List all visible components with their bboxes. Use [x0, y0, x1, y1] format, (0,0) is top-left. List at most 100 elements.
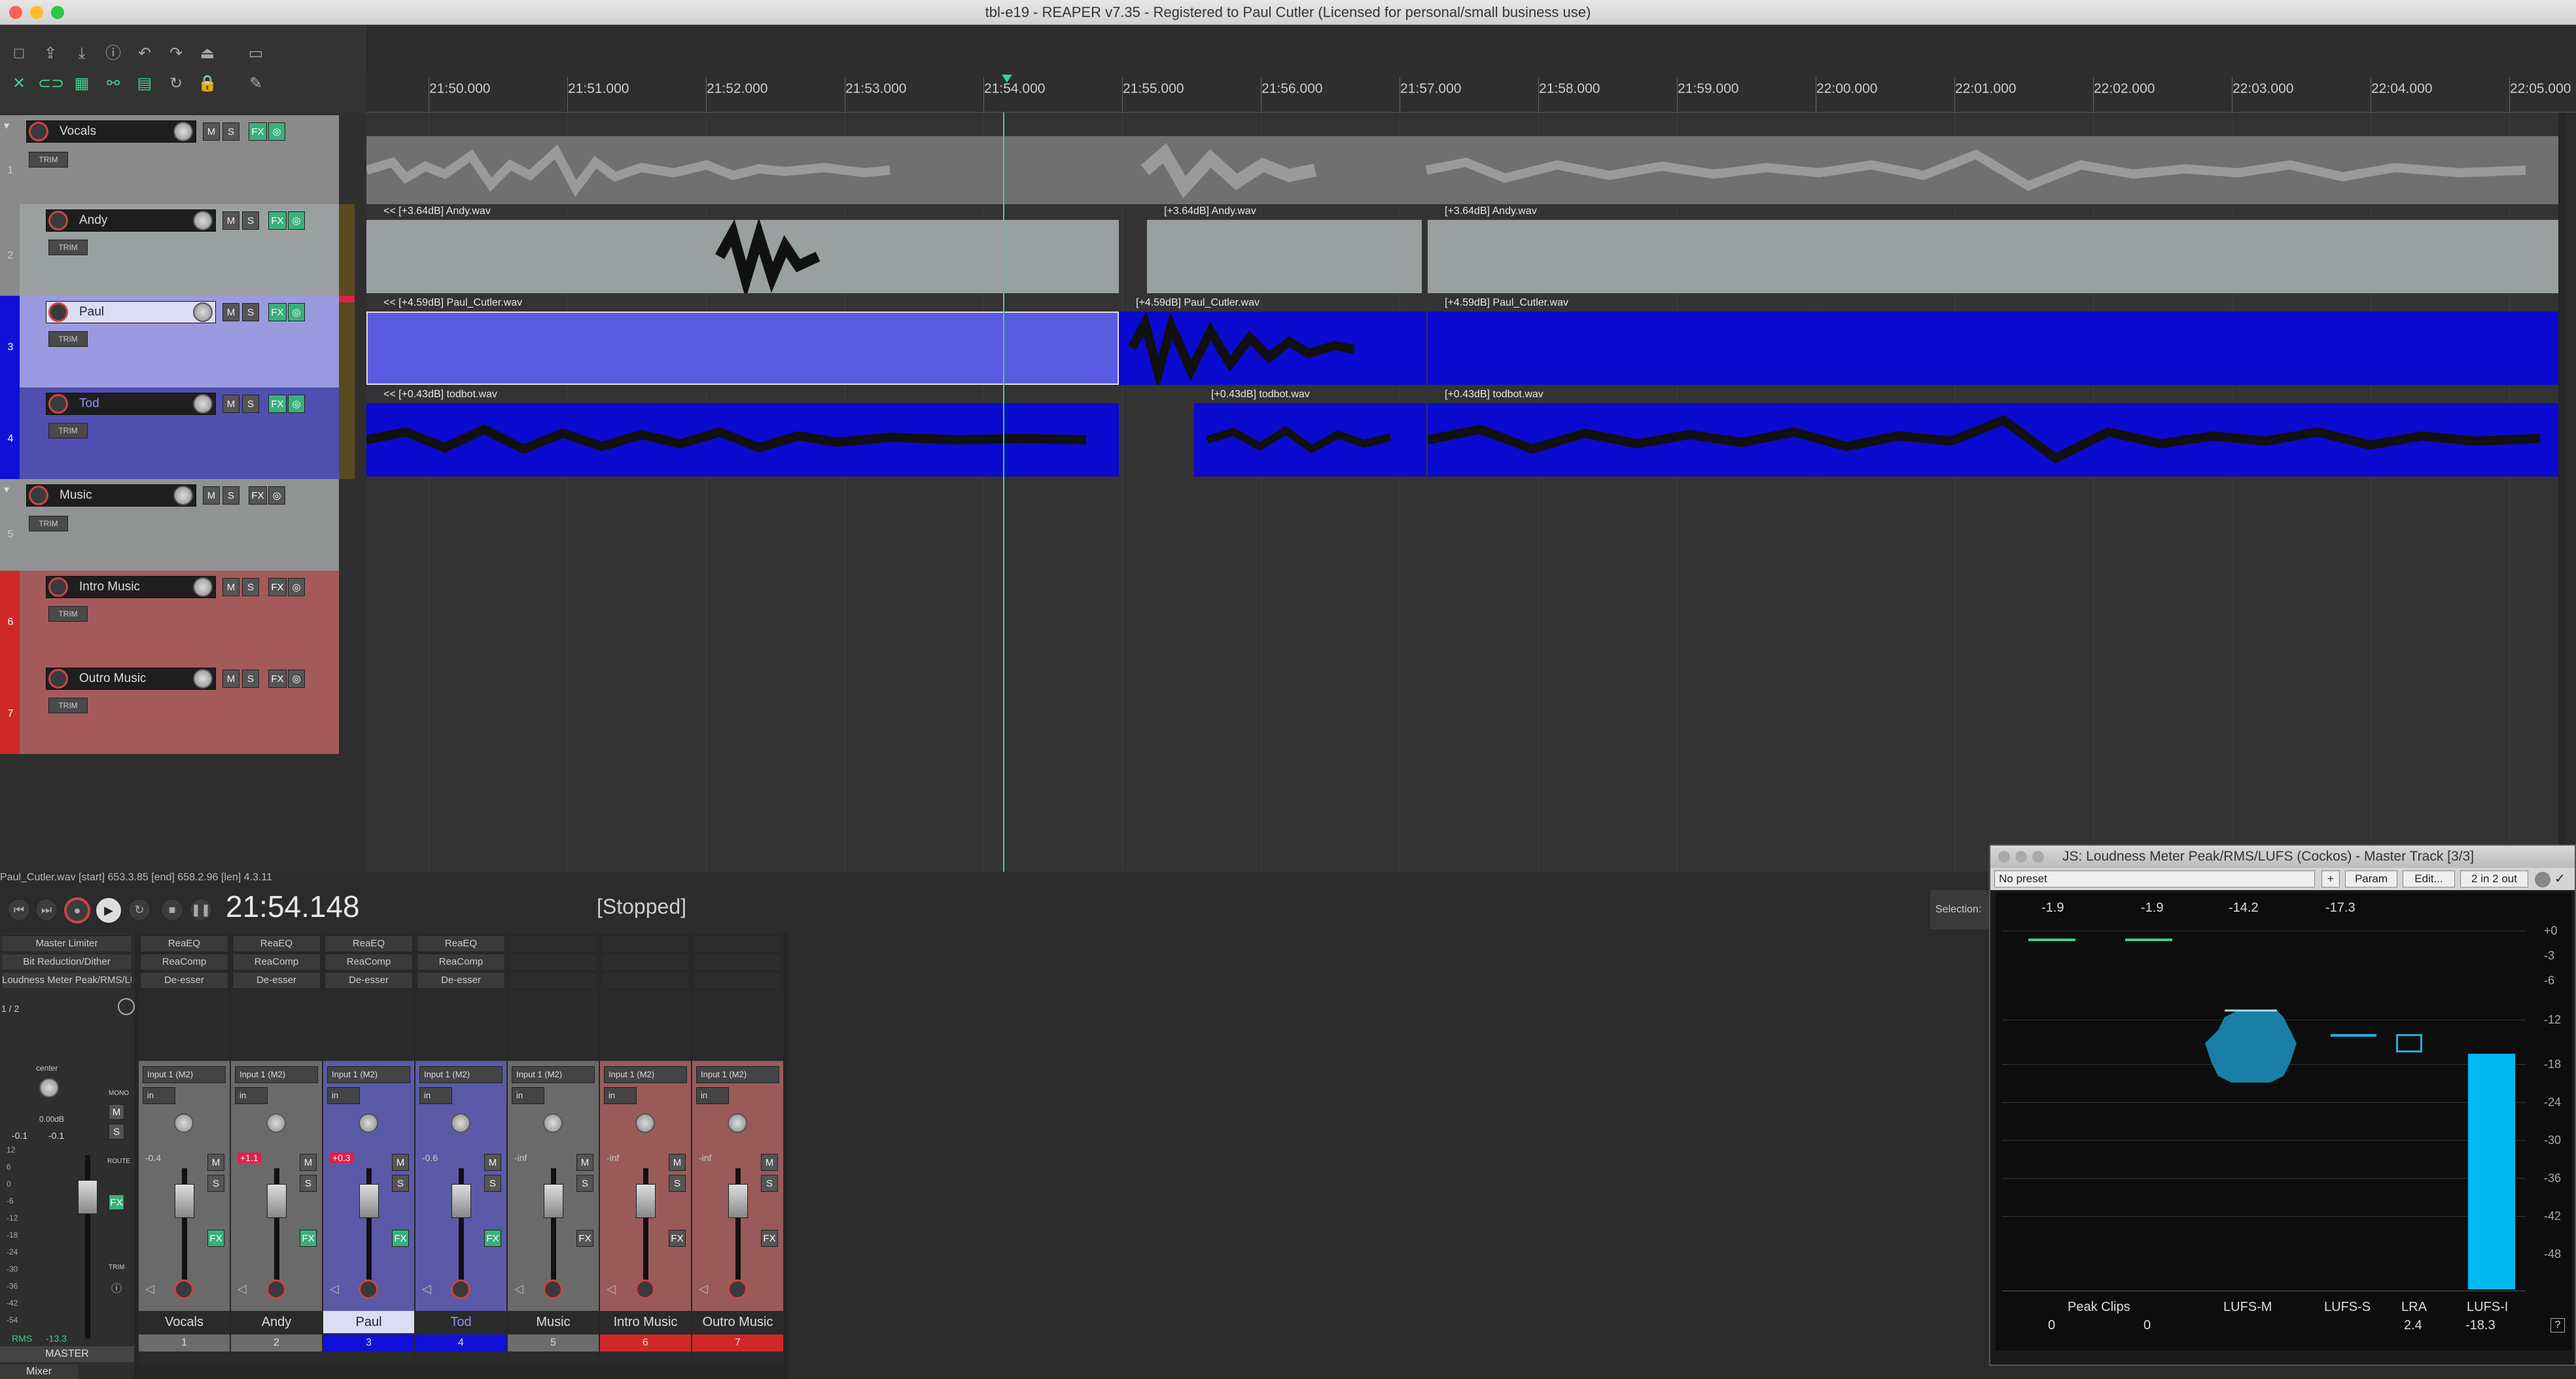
input-select[interactable]: Input 1 (M2) — [512, 1066, 595, 1083]
folder-collapse-icon[interactable]: ▾ — [4, 483, 9, 496]
project-settings-icon[interactable]: ⓘ — [101, 42, 126, 65]
mixer-settings-icon[interactable] — [118, 998, 135, 1015]
edit-button[interactable]: Edit... — [2403, 870, 2455, 887]
fx-slot[interactable] — [509, 954, 597, 971]
fx-bypass-icon[interactable]: ◎ — [288, 578, 305, 596]
volume-fader[interactable] — [175, 1184, 194, 1218]
record-arm-button[interactable] — [29, 486, 48, 505]
input-select[interactable]: Input 1 (M2) — [696, 1066, 779, 1083]
loop-button[interactable]: ↻ — [128, 899, 150, 921]
strip-name[interactable]: Andy — [231, 1311, 322, 1333]
master-trim-button[interactable]: TRIM — [109, 1264, 124, 1271]
fx-button[interactable]: FX — [249, 486, 267, 505]
solo-button[interactable]: S — [761, 1175, 778, 1192]
fx-slot[interactable] — [694, 972, 782, 989]
fx-slot[interactable] — [509, 972, 597, 989]
volume-fader[interactable] — [359, 1184, 379, 1218]
fx-button[interactable]: FX — [268, 303, 287, 321]
undo-icon[interactable]: ↶ — [132, 42, 157, 65]
auto-crossfade-icon[interactable]: ✕ — [7, 72, 31, 96]
pan-knob[interactable] — [174, 1113, 194, 1133]
track-tod[interactable]: 4 Tod M S FX ◎ TRIM — [0, 387, 355, 479]
mute-button[interactable]: M — [203, 122, 220, 141]
solo-button[interactable]: S — [207, 1175, 224, 1192]
solo-button[interactable]: S — [242, 211, 259, 230]
speaker-icon[interactable]: ◁ — [422, 1282, 431, 1296]
fx-slot[interactable]: ReaEQ — [417, 935, 505, 952]
fx-button[interactable]: FX — [249, 122, 267, 141]
pan-knob[interactable] — [451, 1113, 470, 1133]
solo-button[interactable]: S — [242, 578, 259, 596]
media-item-tod-1[interactable]: << [+0.43dB] todbot.wav — [366, 387, 1119, 479]
record-arm-button[interactable] — [48, 211, 68, 230]
plugin-close-button[interactable] — [1998, 851, 2010, 863]
solo-button[interactable]: S — [222, 122, 239, 141]
play-button[interactable]: ▶ — [96, 897, 122, 923]
strip-name[interactable]: Intro Music — [600, 1311, 691, 1333]
master-mute-button[interactable]: M — [109, 1104, 124, 1120]
track-name[interactable]: Tod — [46, 393, 216, 415]
fx-button[interactable]: FX — [484, 1230, 501, 1247]
record-arm-button[interactable] — [266, 1280, 286, 1299]
ripple-icon[interactable]: ⚯ — [101, 72, 126, 96]
route-button[interactable]: ROUTE — [107, 1158, 130, 1165]
media-item-paul-3[interactable]: [+4.59dB] Paul_Cutler.wav — [1428, 296, 2562, 387]
fx-slot[interactable] — [694, 954, 782, 971]
fx-slot[interactable]: ReaComp — [325, 954, 413, 971]
solo-button[interactable]: S — [392, 1175, 409, 1192]
fx-bypass-icon[interactable]: ◎ — [288, 670, 305, 688]
track-outro-music[interactable]: 7 Outro Music M S FX ◎ TRIM — [0, 662, 339, 754]
go-to-end-button[interactable]: ⏭ — [35, 899, 58, 921]
track-paul[interactable]: 3 Paul M S FX ◎ TRIM — [0, 296, 355, 387]
fx-slot[interactable]: ReaEQ — [140, 935, 228, 952]
fx-bypass-icon[interactable]: ◎ — [288, 303, 305, 321]
media-item-tod-3[interactable]: [+0.43dB] todbot.wav — [1428, 387, 2562, 479]
record-arm-button[interactable] — [48, 577, 68, 597]
solo-button[interactable]: S — [222, 486, 239, 505]
master-name[interactable]: MASTER — [0, 1346, 134, 1362]
trim-button[interactable]: TRIM — [48, 606, 88, 622]
solo-button[interactable]: S — [576, 1175, 593, 1192]
record-button[interactable]: ● — [64, 897, 90, 923]
track-name[interactable]: Outro Music — [46, 668, 216, 690]
plugin-zoom-button[interactable] — [2032, 851, 2044, 863]
solo-button[interactable]: S — [242, 670, 259, 688]
fx-bypass-icon[interactable]: ◎ — [268, 122, 285, 141]
trim-button[interactable]: TRIM — [29, 516, 68, 531]
track-name[interactable]: Paul — [46, 301, 216, 323]
fx-slot[interactable]: ReaComp — [140, 954, 228, 971]
fx-slot[interactable] — [509, 935, 597, 952]
speaker-icon[interactable]: ◁ — [330, 1282, 339, 1296]
fx-slot[interactable]: ReaEQ — [232, 935, 321, 952]
grid-icon[interactable]: ▤ — [132, 72, 157, 96]
fx-slot[interactable]: ReaEQ — [325, 935, 413, 952]
solo-button[interactable]: S — [484, 1175, 501, 1192]
fx-button[interactable]: FX — [268, 395, 287, 413]
fx-slot[interactable] — [694, 935, 782, 952]
folder-collapse-icon[interactable]: ▾ — [4, 119, 9, 132]
input-monitor-select[interactable]: in — [143, 1087, 175, 1104]
io-routing-button[interactable]: 2 in 2 out — [2460, 870, 2528, 887]
record-arm-button[interactable] — [635, 1280, 655, 1299]
volume-fader[interactable] — [544, 1184, 563, 1218]
trim-button[interactable]: TRIM — [48, 698, 88, 713]
mute-button[interactable]: M — [576, 1154, 593, 1171]
volume-fader[interactable] — [636, 1184, 656, 1218]
media-item-andy-3[interactable]: [+3.64dB] Andy.wav — [1428, 204, 2562, 296]
input-select[interactable]: Input 1 (M2) — [327, 1066, 410, 1083]
fx-bypass-icon[interactable]: ◎ — [288, 211, 305, 230]
track-intro-music[interactable]: 6 Intro Music M S FX ◎ TRIM — [0, 571, 339, 662]
solo-button[interactable]: S — [669, 1175, 686, 1192]
input-monitor-select[interactable]: in — [235, 1087, 268, 1104]
fx-slot[interactable] — [601, 954, 690, 971]
volume-knob[interactable] — [193, 394, 213, 414]
record-arm-button[interactable] — [48, 302, 68, 322]
speaker-icon[interactable]: ◁ — [699, 1282, 708, 1296]
solo-button[interactable]: S — [300, 1175, 317, 1192]
record-arm-button[interactable] — [543, 1280, 563, 1299]
fx-slot[interactable]: De-esser — [417, 972, 505, 989]
record-arm-button[interactable] — [451, 1280, 470, 1299]
input-select[interactable]: Input 1 (M2) — [419, 1066, 503, 1083]
track-name[interactable]: Vocals — [26, 120, 196, 143]
solo-button[interactable]: S — [242, 395, 259, 413]
